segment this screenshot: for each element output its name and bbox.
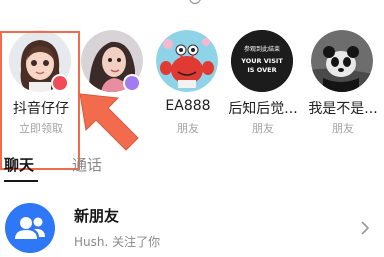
chevron-right-icon xyxy=(361,221,370,235)
visit-line-2: YOUR VISIT xyxy=(240,57,283,65)
tab-calls[interactable]: 通话 xyxy=(72,154,102,175)
story-sub: 朋友 xyxy=(332,122,354,135)
story-sub: 朋友 xyxy=(252,122,274,135)
tab-bar: 聊天 通话 xyxy=(0,150,384,184)
list-item-title: 新朋友 xyxy=(74,207,120,225)
avatar-wrap xyxy=(156,30,218,92)
avatar-wrap xyxy=(311,30,373,92)
users-icon xyxy=(5,203,55,253)
story-name: 我是不是... xyxy=(308,101,378,117)
visit-line-1: 参观到此结束 xyxy=(244,45,280,53)
story-item-hou-zhi-hou-jue[interactable]: 参观到此结束 YOUR VISIT IS OVER 后知后觉... 朋友 xyxy=(222,22,304,142)
pointer-arrow-icon xyxy=(79,93,139,151)
panda-avatar xyxy=(311,30,373,92)
story-item-wo-shi-bu-shi[interactable]: 我是不是... 朋友 xyxy=(302,22,384,142)
list-item-new-friends[interactable]: 新朋友 Hush. 关注了你 xyxy=(0,195,384,257)
tab-chat[interactable]: 聊天 xyxy=(4,154,34,175)
story-row: 抖音仔仔 立即领取 EA888 朋友 参观到此结束 YOUR VISIT IS … xyxy=(0,22,384,170)
avatar-wrap: 参观到此结束 YOUR VISIT IS OVER xyxy=(231,30,293,92)
tab-underline xyxy=(4,180,38,182)
top-partial-icon xyxy=(189,0,201,4)
your-visit-is-over-avatar: 参观到此结束 YOUR VISIT IS OVER xyxy=(231,30,293,92)
visit-line-3: IS OVER xyxy=(247,66,276,74)
story-name: 后知后觉... xyxy=(228,101,298,117)
messages-screen: 抖音仔仔 立即领取 EA888 朋友 参观到此结束 YOUR VISIT IS … xyxy=(0,0,384,257)
list-item-subtitle: Hush. 关注了你 xyxy=(74,235,161,249)
cartoon-crab-avatar xyxy=(156,30,218,92)
story-name: EA888 xyxy=(165,98,211,114)
story-item-ea888[interactable]: EA888 朋友 xyxy=(147,22,229,142)
avatar-wrap xyxy=(81,30,143,92)
story-sub: 朋友 xyxy=(177,122,199,135)
